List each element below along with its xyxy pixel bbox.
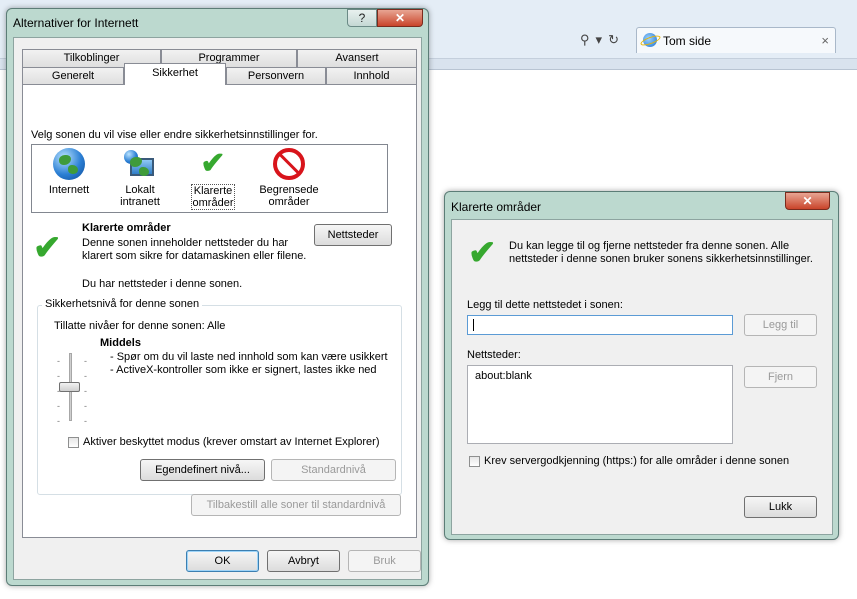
zone-internet[interactable]: Internett — [37, 148, 101, 196]
sites-list-item[interactable]: about:blank — [475, 370, 532, 382]
restricted-icon — [273, 148, 305, 180]
zone-label: Klarerte områder — [191, 184, 235, 210]
zone-label: Lokalt intranett — [120, 184, 160, 208]
level-description-1: - Spør om du vil laste ned innhold som k… — [110, 351, 388, 363]
zone-label: Begrensede områder — [259, 184, 319, 208]
dropdown-icon[interactable]: ▾ — [596, 32, 603, 48]
selected-zone-description: Denne sonen inneholder nettsteder du har… — [82, 237, 307, 262]
allowed-levels: Tillatte nivåer for denne sonen: Alle — [54, 320, 226, 332]
level-name: Middels — [100, 337, 141, 349]
help-button[interactable]: ? — [347, 9, 377, 27]
selected-zone-checkmark-icon: ✔ — [33, 229, 62, 267]
zone-list: Internett Lokalt intranett ✔ Klarerte om… — [31, 144, 388, 213]
protected-mode-label: Aktiver beskyttet modus (krever omstart … — [83, 436, 380, 448]
zone-trusted-sites[interactable]: ✔ Klarerte områder — [181, 148, 245, 210]
zone-prompt: Velg sonen du vil vise eller endre sikke… — [31, 129, 318, 141]
address-bar-icons: ⚲ ▾ ↻ — [580, 30, 632, 50]
apply-button[interactable]: Bruk — [348, 550, 421, 572]
remove-site-button[interactable]: Fjern — [744, 366, 817, 388]
sites-list-label: Nettsteder: — [467, 349, 521, 361]
ie-logo-icon — [643, 33, 657, 47]
globe-icon — [53, 148, 85, 180]
browser-tab[interactable]: Tom side × — [636, 27, 836, 53]
add-site-label: Legg til dette nettstedet i sonen: — [467, 299, 623, 311]
close-tab-icon[interactable]: × — [821, 33, 829, 48]
tab-generelt[interactable]: Generelt — [22, 67, 124, 85]
trusted-sites-titlebar: Klarerte områder ✕ — [445, 192, 838, 218]
tab-innhold[interactable]: Innhold — [326, 67, 417, 85]
tab-personvern[interactable]: Personvern — [226, 67, 326, 85]
trusted-checkmark-icon: ✔ — [468, 234, 497, 272]
require-https-checkbox[interactable] — [469, 456, 480, 467]
internet-options-titlebar: Alternativer for Internett ? ✕ — [7, 9, 428, 35]
reset-all-zones-button[interactable]: Tilbakestill alle soner til standardnivå — [191, 494, 401, 516]
cancel-button[interactable]: Avbryt — [267, 550, 340, 572]
tab-sikkerhet[interactable]: Sikkerhet — [124, 63, 226, 85]
ok-button[interactable]: OK — [186, 550, 259, 572]
security-group-label: Sikkerhetsnivå for denne sonen — [42, 298, 203, 310]
tab-avansert[interactable]: Avansert — [297, 49, 417, 67]
search-icon[interactable]: ⚲ — [580, 32, 590, 48]
zone-restricted-sites[interactable]: Begrensede områder — [254, 148, 324, 208]
zone-local-intranet[interactable]: Lokalt intranett — [108, 148, 172, 208]
internet-options-dialog: Alternativer for Internett ? ✕ Tilkoblin… — [6, 8, 429, 586]
selected-zone-title: Klarerte områder — [82, 222, 171, 234]
browser-tab-title: Tom side — [663, 34, 712, 48]
trusted-client-area: ✔ Du kan legge til og fjerne nettsteder … — [451, 219, 833, 535]
dialog-client-area: Tilkoblinger Programmer Avansert Generel… — [13, 37, 422, 580]
level-description-2: - ActiveX-kontroller som ikke er signert… — [110, 364, 377, 376]
add-site-button[interactable]: Legg til — [744, 314, 817, 336]
add-site-input[interactable] — [467, 315, 733, 335]
close-button[interactable]: ✕ — [377, 9, 423, 27]
trusted-info-text: Du kan legge til og fjerne nettsteder fr… — [509, 240, 813, 265]
trusted-dialog-title: Klarerte områder — [451, 200, 542, 214]
custom-level-button[interactable]: Egendefinert nivå... — [140, 459, 265, 481]
refresh-icon[interactable]: ↻ — [608, 32, 619, 48]
zone-label: Internett — [48, 184, 90, 196]
protected-mode-checkbox[interactable] — [68, 437, 79, 448]
trusted-close-button[interactable]: ✕ — [785, 192, 830, 210]
checkmark-icon: ✔ — [200, 147, 226, 180]
selected-zone-note: Du har nettsteder i denne sonen. — [82, 278, 243, 290]
sites-button[interactable]: Nettsteder — [314, 224, 392, 246]
trusted-sites-dialog: Klarerte områder ✕ ✔ Du kan legge til og… — [444, 191, 839, 540]
intranet-icon — [124, 148, 156, 180]
sites-list[interactable]: about:blank — [467, 365, 733, 444]
slider-ticks-right: ----- — [84, 356, 87, 426]
security-slider-thumb[interactable] — [59, 382, 80, 392]
text-cursor — [473, 319, 474, 331]
dialog-title: Alternativer for Internett — [13, 16, 139, 30]
require-https-label: Krev servergodkjenning (https:) for alle… — [484, 455, 790, 467]
default-level-button[interactable]: Standardnivå — [271, 459, 396, 481]
close-trusted-button[interactable]: Lukk — [744, 496, 817, 518]
